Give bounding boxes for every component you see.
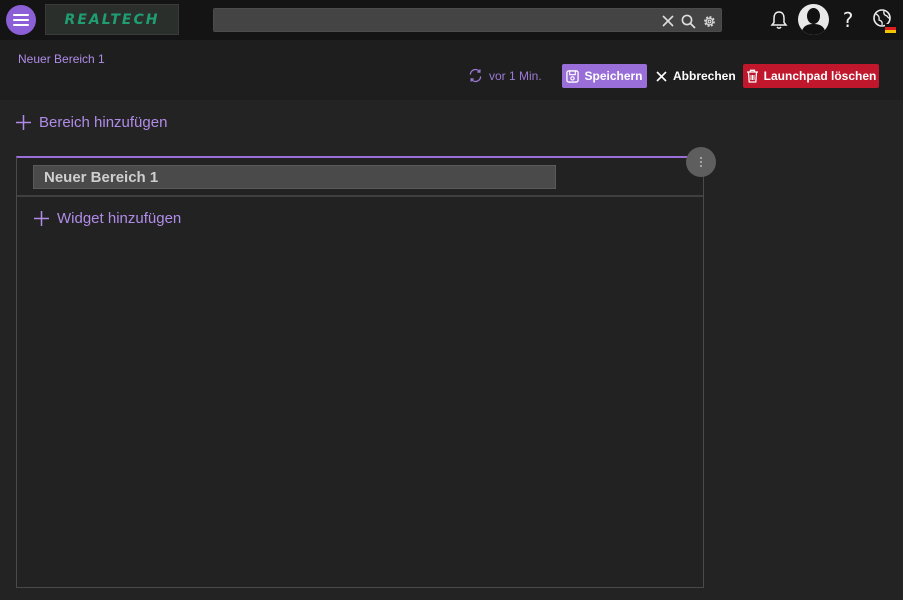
cancel-button[interactable]: Abbrechen <box>656 64 736 88</box>
area-divider <box>17 195 703 197</box>
search-input[interactable] <box>218 11 648 29</box>
area-panel: Widget hinzufügen <box>16 156 704 588</box>
page-title: Neuer Bereich 1 <box>18 52 105 66</box>
launchpad-header: Neuer Bereich 1 vor 1 Min. Speichern Abb… <box>0 40 903 100</box>
add-area-button[interactable]: Bereich hinzufügen <box>15 114 167 131</box>
add-widget-label: Widget hinzufügen <box>57 210 182 227</box>
realtech-logo[interactable]: REALTECH <box>45 4 179 35</box>
bell-icon[interactable] <box>765 6 793 34</box>
avatar[interactable] <box>798 4 829 35</box>
globe-user-icon[interactable] <box>870 6 898 34</box>
save-icon <box>566 69 580 83</box>
area-options-button[interactable] <box>686 147 716 177</box>
search-icon[interactable] <box>680 13 696 29</box>
delete-launchpad-button[interactable]: Launchpad löschen <box>743 64 879 88</box>
area-name-input[interactable] <box>33 165 556 189</box>
german-flag-icon <box>885 24 896 33</box>
delete-label: Launchpad löschen <box>763 69 877 83</box>
top-bar: REALTECH ? <box>0 0 903 40</box>
clear-icon[interactable] <box>660 13 676 29</box>
more-vertical-icon <box>700 157 702 167</box>
help-icon[interactable]: ? <box>834 6 862 34</box>
plus-icon <box>16 115 31 130</box>
sync-time-text: vor 1 Min. <box>489 68 542 83</box>
add-area-label: Bereich hinzufügen <box>39 114 168 131</box>
add-widget-button[interactable]: Widget hinzufügen <box>33 210 181 227</box>
save-label: Speichern <box>584 69 643 83</box>
cancel-label: Abbrechen <box>673 69 736 83</box>
menu-button[interactable] <box>6 5 36 35</box>
hamburger-menu-icon <box>13 14 29 26</box>
close-icon <box>656 70 667 82</box>
save-button[interactable]: Speichern <box>562 64 647 88</box>
settings-icon[interactable] <box>701 13 717 29</box>
logo-text: REALTECH <box>64 11 160 28</box>
last-saved-status: vor 1 Min. <box>468 68 542 83</box>
plus-icon <box>34 211 49 226</box>
trash-icon <box>746 69 758 83</box>
sync-icon <box>469 68 482 83</box>
search-bar <box>213 8 722 32</box>
